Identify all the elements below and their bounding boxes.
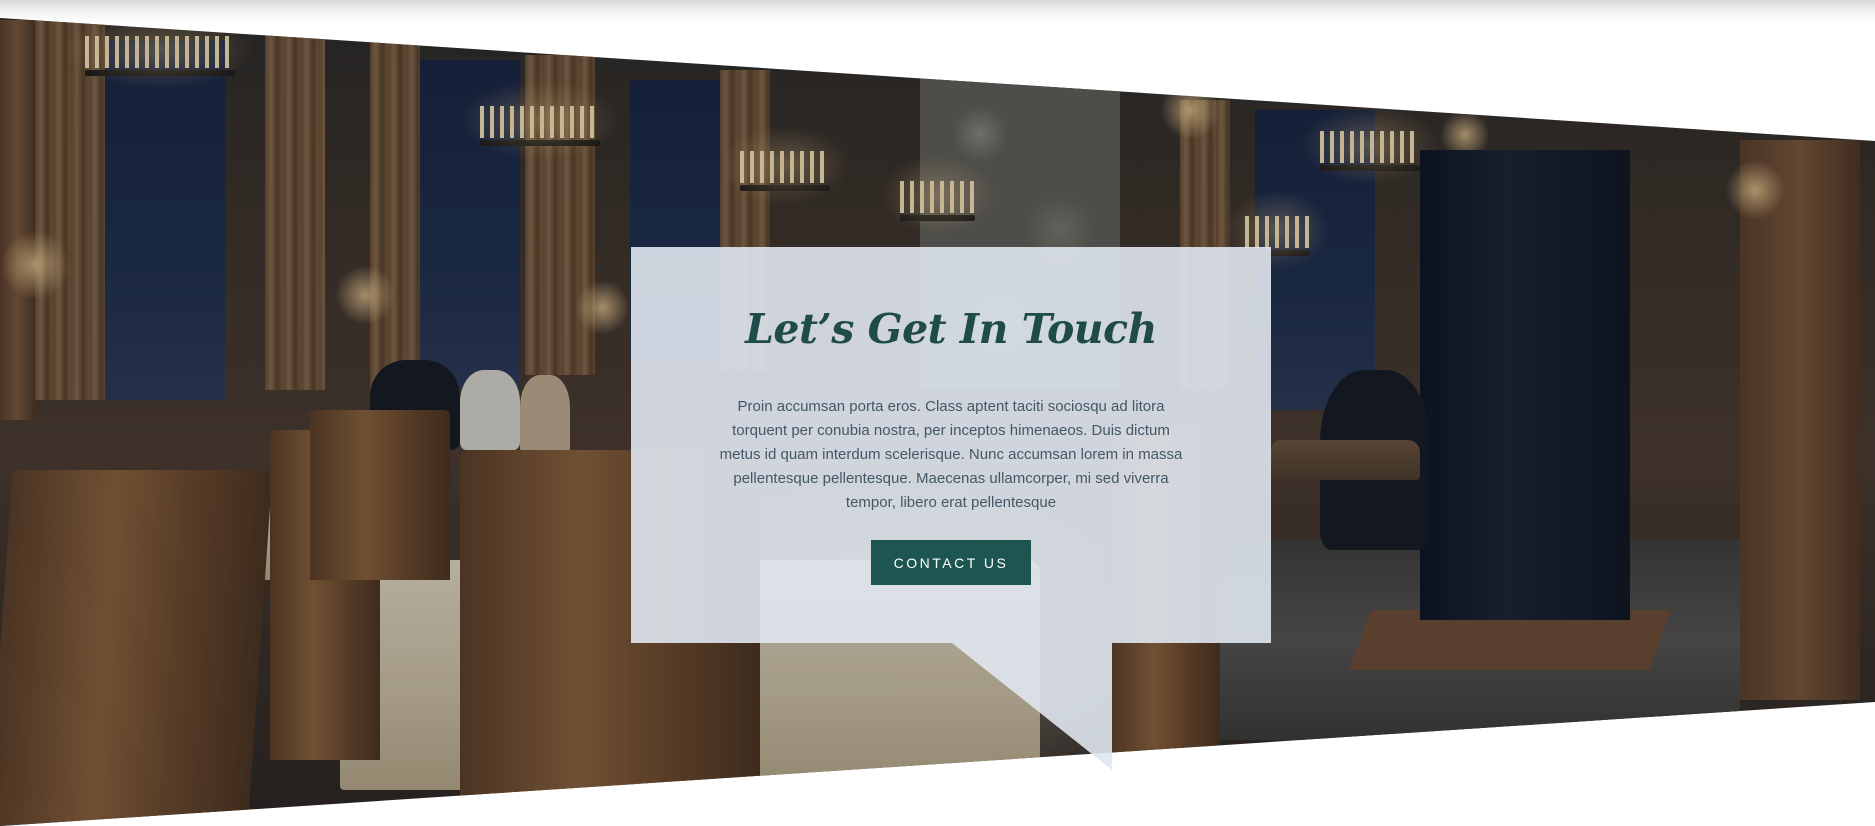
page: Let’s Get In Touch Proin accumsan porta … bbox=[0, 0, 1875, 826]
section-description: Proin accumsan porta eros. Class aptent … bbox=[719, 398, 1183, 511]
contact-us-button[interactable]: CONTACT US bbox=[871, 540, 1031, 585]
contact-card: Let’s Get In Touch Proin accumsan porta … bbox=[631, 247, 1271, 643]
header-shadow bbox=[0, 0, 1875, 22]
section-title: Let’s Get In Touch bbox=[745, 305, 1157, 353]
